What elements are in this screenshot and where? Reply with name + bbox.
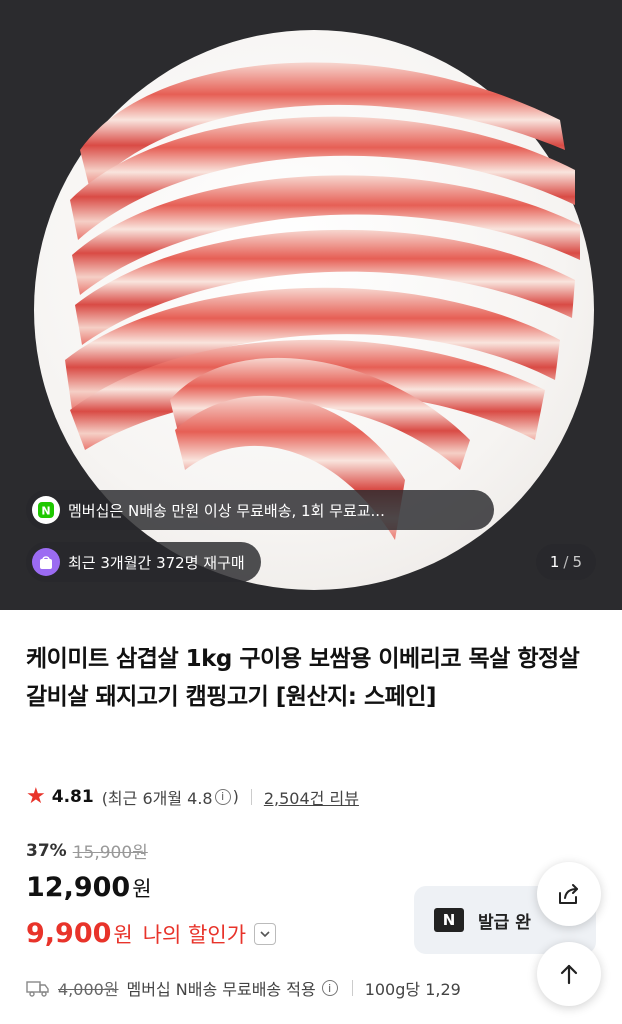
repurchase-banner: 최근 3개월간 372명 재구매 [26,542,261,582]
my-discount-price[interactable]: 9,900 원 나의 할인가 [26,918,277,949]
chevron-down-icon[interactable] [254,922,277,945]
scroll-top-button[interactable] [537,942,601,1006]
membership-banner-text: 멤버십은 N배송 만원 이상 무료배송, 1회 무료교... [68,501,385,520]
shipping-info-icon[interactable]: i [321,980,338,996]
info-icon[interactable]: i [214,788,231,805]
image-counter-total: 5 [572,553,582,571]
recent-rating-close: ) [232,787,239,806]
share-button[interactable] [537,862,601,926]
membership-n-icon: N [32,496,60,524]
image-counter-current: 1 [549,553,560,571]
image-counter: 1 / 5 [535,544,596,580]
rating-value: 4.81 [51,786,94,807]
coupon-label: 발급 완 [478,912,531,933]
recent-rating: (최근 6개월 4.8 [101,788,213,808]
svg-text:N: N [41,505,50,518]
star-icon: ★ [26,784,46,809]
rating-row: ★ 4.81 (최근 6개월 4.8 i ) 2,504건 리뷰 [26,784,359,809]
divider [250,788,252,805]
review-count-link[interactable]: 2,504건 리뷰 [264,785,359,809]
truck-icon [26,981,49,997]
discount-row: 37% 15,900원 [26,838,148,864]
divider [351,980,353,996]
my-price-unit: 원 [113,922,133,947]
product-image-gallery[interactable]: N 멤버십은 N배송 만원 이상 무료배송, 1회 무료교... 최근 3개월간… [0,0,622,610]
arrow-up-icon [560,964,578,985]
sale-price-unit: 원 [132,877,152,901]
shipping-text: 멤버십 N배송 무료배송 적용 [126,980,316,999]
sale-price: 12,900 원 [26,872,152,903]
shipping-row: 4,000원 멤버십 N배송 무료배송 적용 i 100g당 1,29 [26,976,461,1000]
discount-rate: 37% [26,840,67,861]
original-price: 15,900원 [72,843,148,863]
product-title: 케이미트 삼겹살 1kg 구이용 보쌈용 이베리코 목살 항정살 갈비살 돼지고… [26,646,580,710]
shopping-bag-icon [32,548,60,576]
naver-n-icon: N [434,908,464,932]
my-price-label: 나의 할인가 [142,922,247,947]
my-price-value: 9,900 [26,918,112,949]
image-counter-separator: / [563,553,569,571]
membership-banner[interactable]: N 멤버십은 N배송 만원 이상 무료배송, 1회 무료교... [26,490,494,530]
shipping-original-fee: 4,000원 [58,980,119,999]
share-icon [559,884,578,904]
repurchase-banner-text: 최근 3개월간 372명 재구매 [68,553,245,572]
sale-price-value: 12,900 [26,872,131,903]
unit-price: 100g당 1,29 [364,980,461,999]
